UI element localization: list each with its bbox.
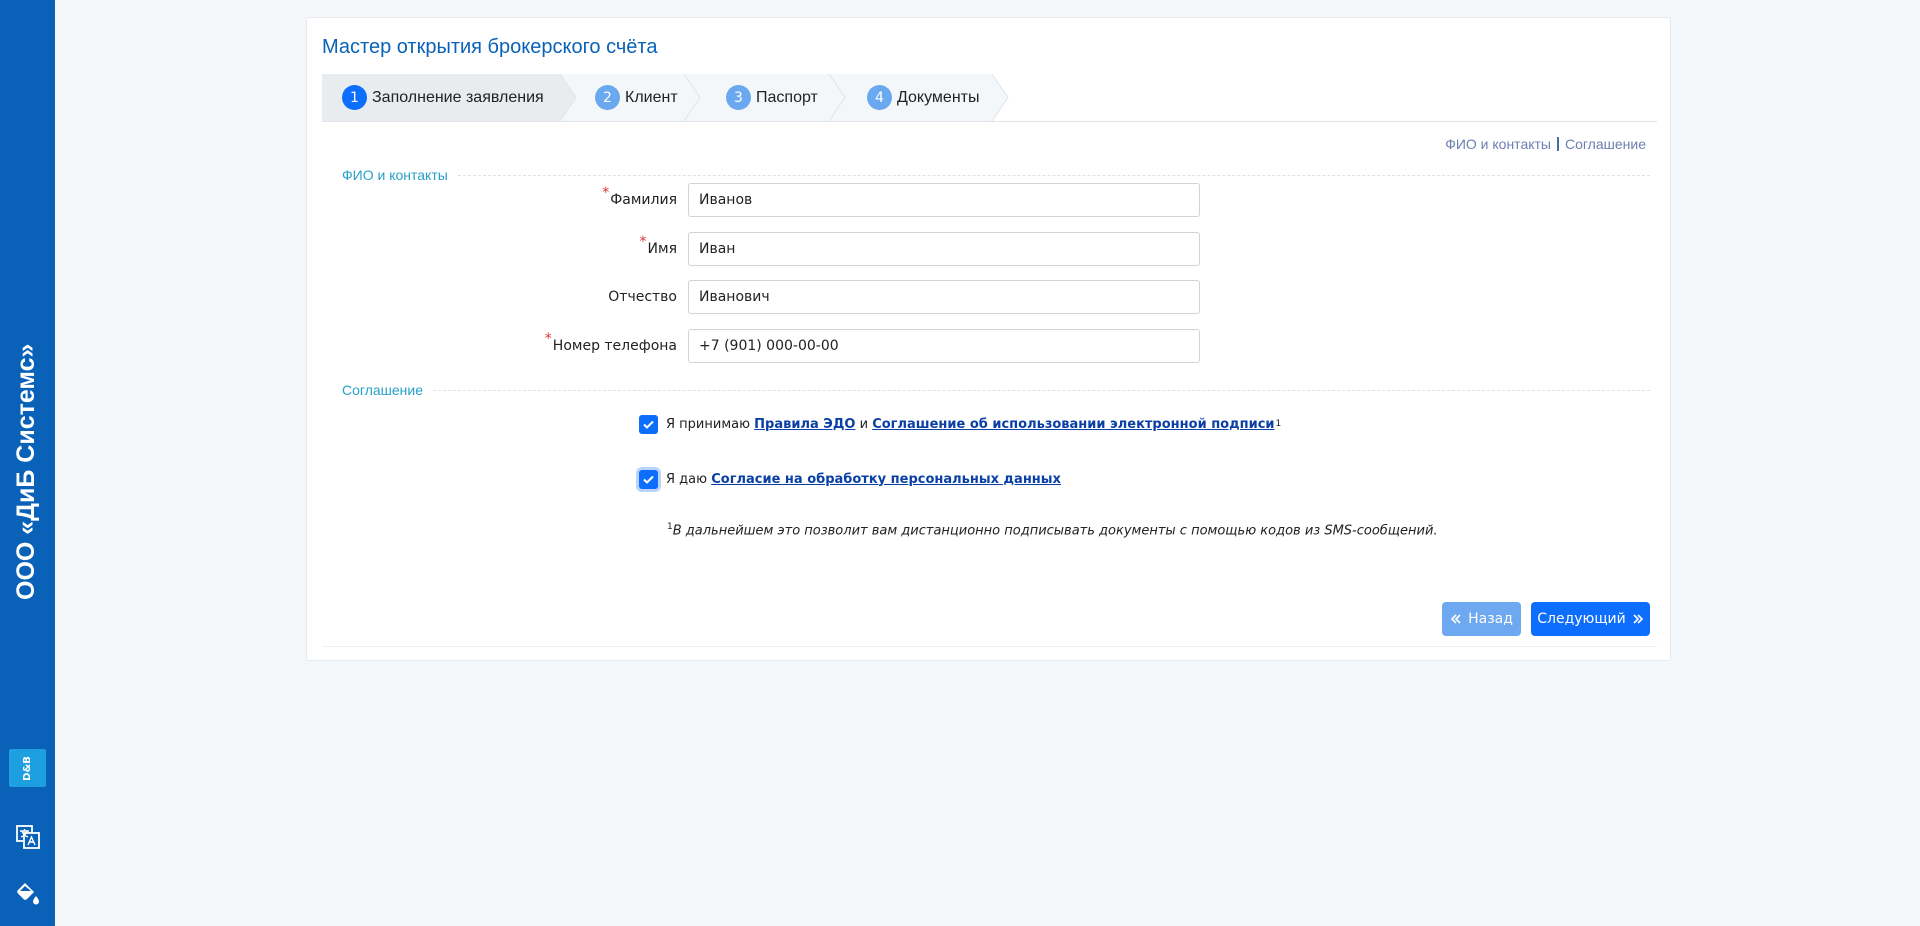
- phone-row: * Номер телефона: [307, 329, 1670, 363]
- next-button[interactable]: Следующий: [1531, 602, 1650, 636]
- patronymic-input[interactable]: [688, 280, 1200, 314]
- patronymic-label: Отчество: [608, 289, 677, 305]
- wizard-card: Мастер открытия брокерского счёта 1 Запо…: [306, 17, 1671, 661]
- divider: [322, 646, 1657, 647]
- page-title: Мастер открытия брокерского счёта: [322, 36, 658, 58]
- step-documents[interactable]: 4 Документы: [867, 74, 979, 121]
- personal-data-checkbox[interactable]: [639, 469, 658, 489]
- step-number: 3: [726, 85, 751, 110]
- brand-name: ООО «ДиБ Системс»: [12, 343, 40, 600]
- step-number: 1: [342, 85, 367, 110]
- section-links: ФИО и контакты Соглашение: [1445, 136, 1646, 152]
- step-label: Клиент: [625, 88, 678, 106]
- edo-agreement-checkbox[interactable]: [639, 414, 658, 434]
- step-fill-application[interactable]: 1 Заполнение заявления: [342, 74, 544, 121]
- personal-data-row: Я даю Согласие на обработку персональных…: [639, 468, 1061, 490]
- double-chevron-left-icon: [1450, 614, 1461, 624]
- wizard-steps: 1 Заполнение заявления 2 Клиент 3 Паспор…: [322, 74, 1657, 122]
- footnote: 1В дальнейшем это позволит вам дистанцио…: [667, 522, 1438, 539]
- checkmark-icon: [643, 475, 654, 484]
- patronymic-row: Отчество: [307, 280, 1670, 314]
- surname-label: * Фамилия: [602, 185, 677, 208]
- back-button[interactable]: Назад: [1442, 602, 1521, 636]
- company-logo: D&B: [9, 749, 46, 787]
- paint-bucket-icon[interactable]: [13, 879, 43, 909]
- step-passport[interactable]: 3 Паспорт: [726, 74, 818, 121]
- step-label: Заполнение заявления: [372, 88, 544, 106]
- agreement-legend: Соглашение: [327, 380, 1650, 400]
- translate-icon[interactable]: [13, 822, 43, 852]
- contacts-legend: ФИО и контакты: [327, 165, 1650, 185]
- step-number: 4: [867, 85, 892, 110]
- personal-data-consent-link[interactable]: Согласие на обработку персональных данны…: [711, 472, 1061, 487]
- step-label: Документы: [897, 88, 980, 106]
- name-label: * Имя: [639, 234, 677, 257]
- double-chevron-right-icon: [1633, 614, 1643, 624]
- section-link-agreement[interactable]: Соглашение: [1565, 136, 1646, 152]
- name-row: * Имя: [307, 232, 1670, 266]
- phone-input[interactable]: [688, 329, 1200, 363]
- checkmark-icon: [643, 420, 654, 429]
- step-label: Паспорт: [756, 88, 818, 106]
- step-client[interactable]: 2 Клиент: [595, 74, 678, 121]
- esign-agreement-link[interactable]: Соглашение об использовании электронной …: [872, 417, 1274, 432]
- section-link-contacts[interactable]: ФИО и контакты: [1445, 136, 1551, 152]
- sidebar: ООО «ДиБ Системс» D&B: [0, 0, 55, 926]
- edo-rules-link[interactable]: Правила ЭДО: [754, 417, 855, 432]
- footnote-ref: 1: [1275, 419, 1282, 429]
- step-number: 2: [595, 85, 620, 110]
- name-input[interactable]: [688, 232, 1200, 266]
- surname-input[interactable]: [688, 183, 1200, 217]
- divider: [1556, 137, 1559, 151]
- surname-row: * Фамилия: [307, 183, 1670, 217]
- phone-label: * Номер телефона: [544, 331, 677, 354]
- edo-agreement-row: Я принимаю Правила ЭДО и Соглашение об и…: [639, 413, 1281, 435]
